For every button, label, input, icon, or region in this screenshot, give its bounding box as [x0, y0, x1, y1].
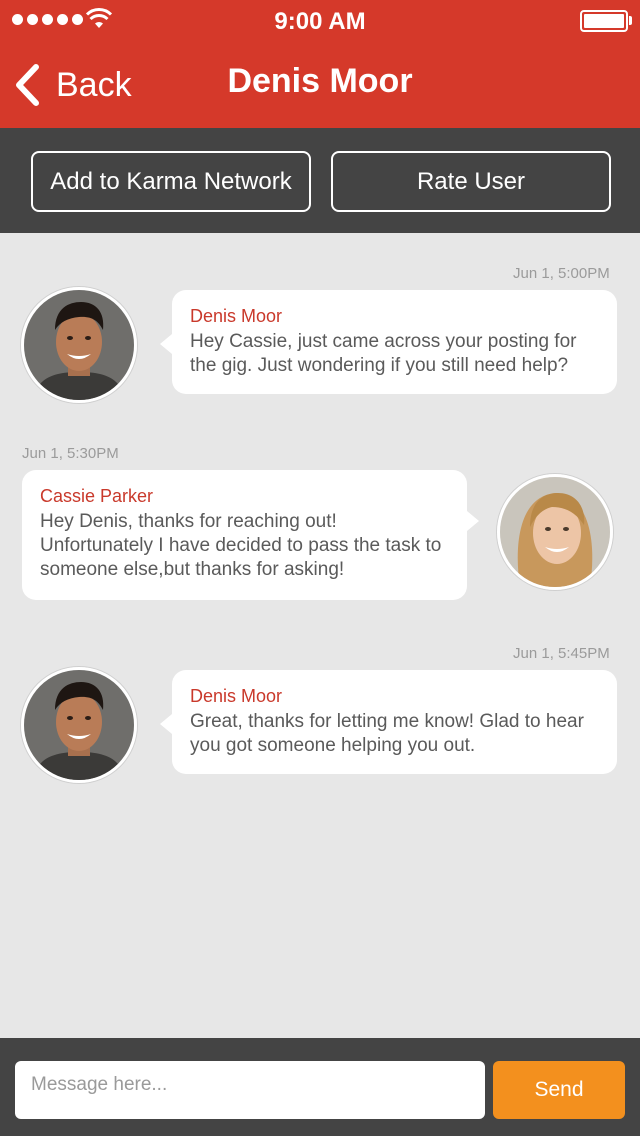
send-button[interactable]: Send [493, 1061, 625, 1119]
battery-tip [629, 16, 632, 25]
composer-bar: Send [0, 1038, 640, 1136]
avatar-cassie[interactable] [497, 474, 613, 590]
message-timestamp: Jun 1, 5:00PM [513, 265, 610, 282]
message-sender: Denis Moor [190, 686, 283, 706]
message-bubble: Denis Moor Great, thanks for letting me … [160, 670, 617, 774]
man-portrait-icon [24, 670, 134, 780]
page-title: Denis Moor [227, 62, 413, 100]
status-bar: 9:00 AM [0, 0, 640, 40]
message-input[interactable] [15, 1061, 485, 1119]
message-bubble: Denis Moor Hey Cassie, just came across … [160, 290, 617, 394]
battery-icon [580, 10, 628, 32]
woman-portrait-icon [500, 477, 610, 587]
app-header: 9:00 AM Back Denis Moor [0, 0, 640, 128]
message-text: Hey Cassie, just came across your postin… [190, 331, 577, 376]
message-sender: Denis Moor [190, 306, 283, 326]
message-timestamp: Jun 1, 5:45PM [513, 645, 610, 662]
message-bubble: Cassie Parker Hey Denis, thanks for reac… [22, 470, 479, 600]
message-text: Hey Denis, thanks for reaching out! Unfo… [40, 511, 442, 580]
message-timestamp: Jun 1, 5:30PM [22, 445, 119, 462]
message-text: Great, thanks for letting me know! Glad … [190, 711, 584, 756]
man-portrait-icon [24, 290, 134, 400]
add-to-karma-network-button[interactable]: Add to Karma Network [31, 151, 311, 212]
action-bar: Add to Karma Network Rate User [0, 128, 640, 233]
avatar-denis[interactable] [21, 667, 137, 783]
status-time: 9:00 AM [274, 8, 366, 35]
avatar-denis[interactable] [21, 287, 137, 403]
rate-user-button[interactable]: Rate User [331, 151, 611, 212]
message-sender: Cassie Parker [40, 486, 154, 506]
